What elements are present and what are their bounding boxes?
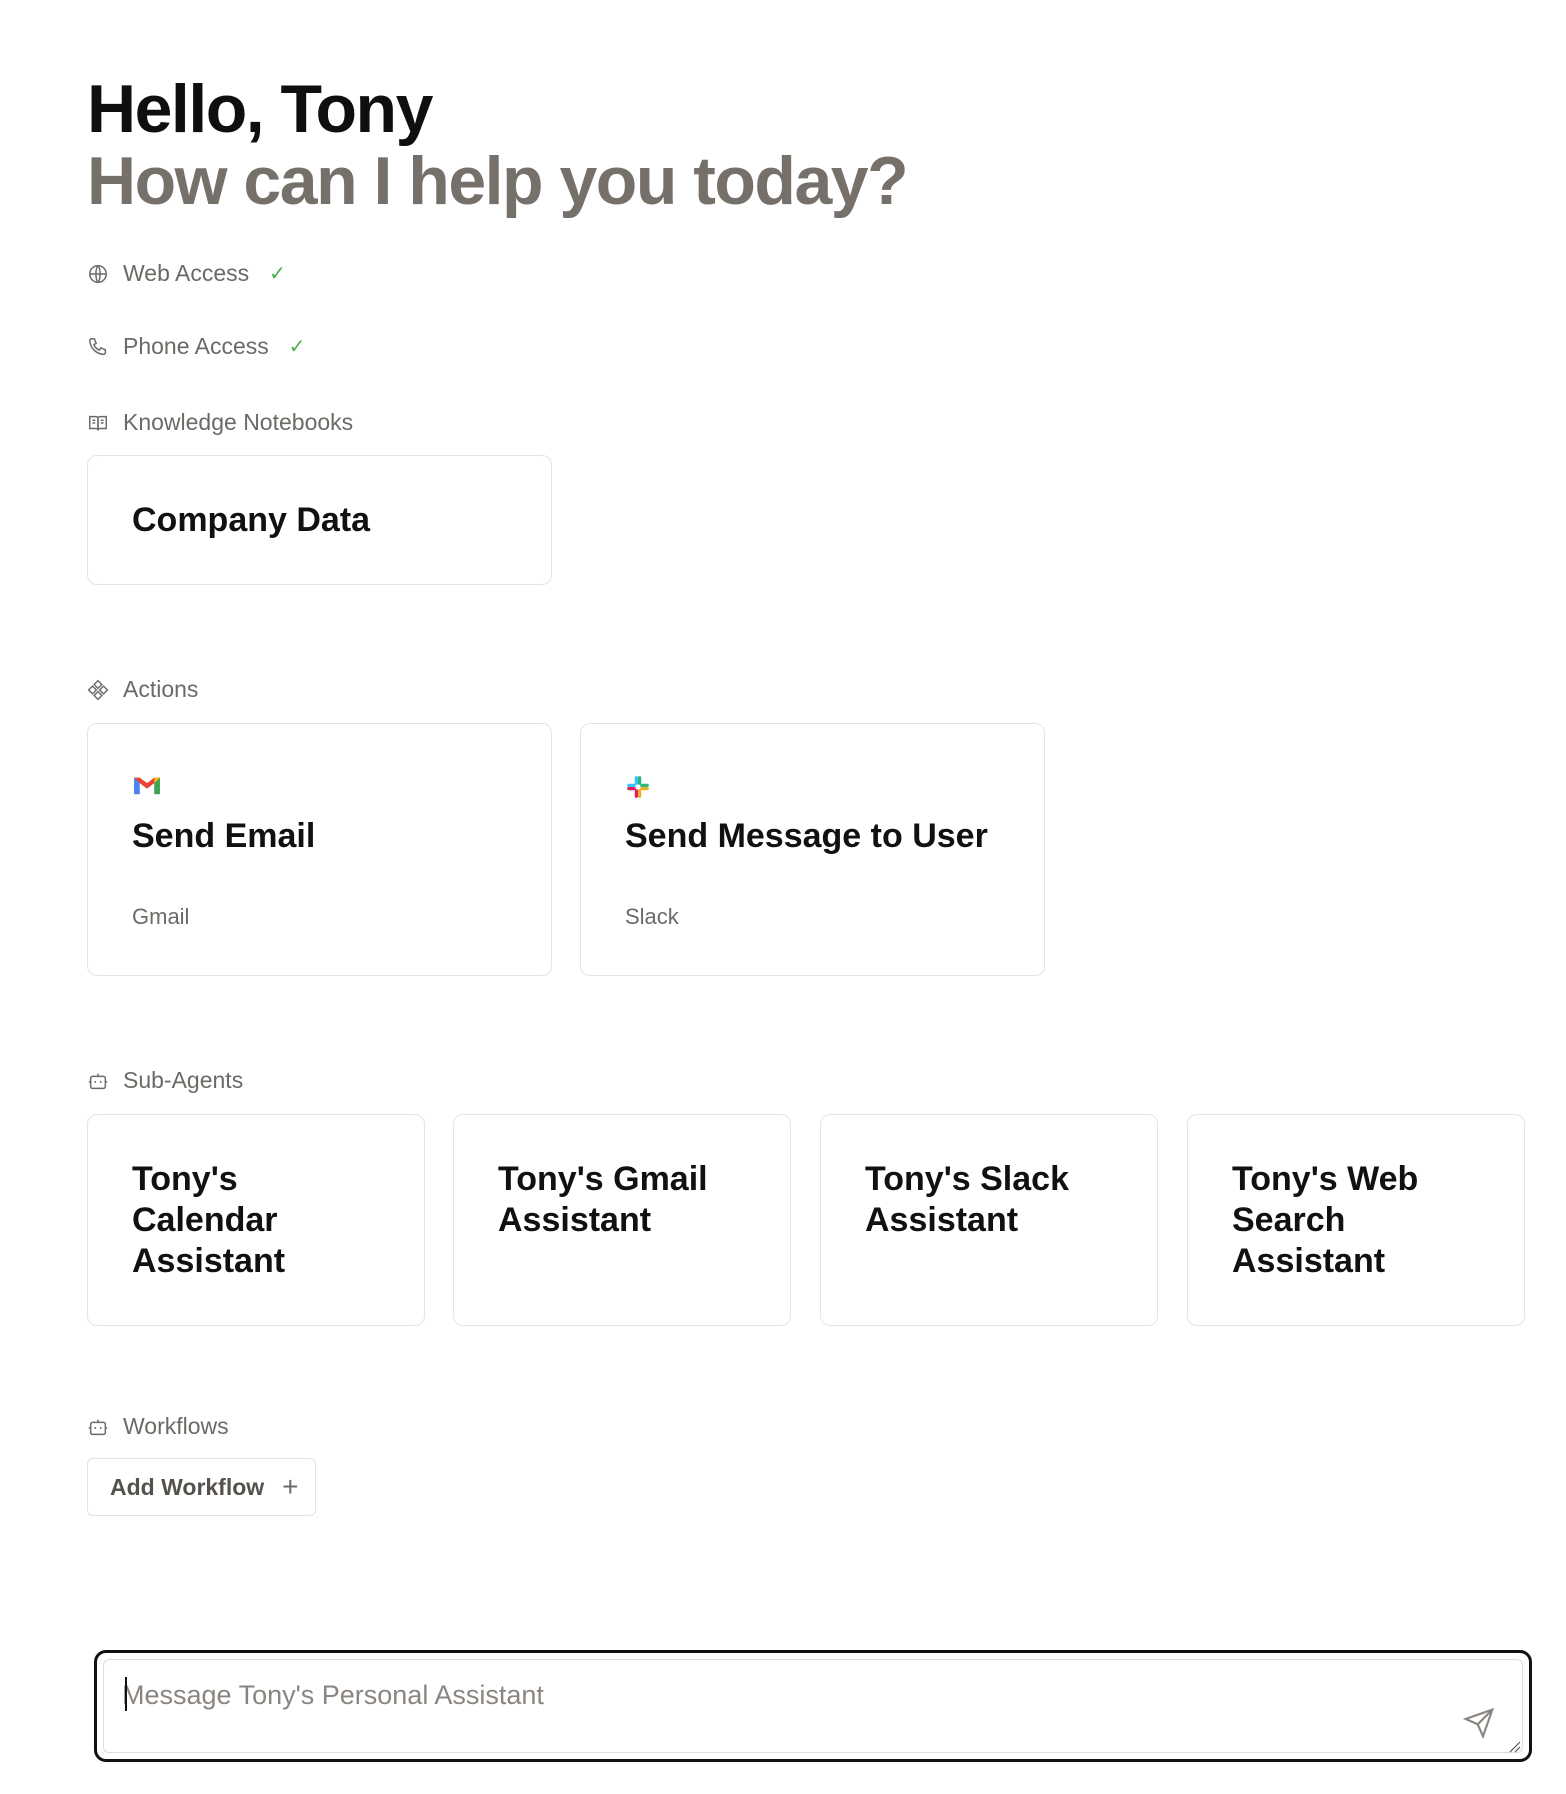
action-provider: Gmail (132, 904, 190, 929)
capability-label: Web Access (123, 260, 250, 286)
section-workflows: Workflows (87, 1413, 229, 1440)
section-knowledge-notebooks: Knowledge Notebooks (87, 409, 353, 436)
subagent-title: Tony's Slack Assistant (865, 1160, 1069, 1239)
notebook-card[interactable]: Company Data (87, 455, 552, 585)
book-icon (89, 415, 107, 430)
subagent-card-slack[interactable]: Tony's Slack Assistant (820, 1114, 1158, 1326)
actions-icon (87, 679, 109, 700)
subagent-title: Tony's Web Search Assistant (1232, 1160, 1419, 1280)
capability-web-access: Web Access ✓ (87, 260, 286, 287)
assistant-home: Hello, Tony How can I help you today? We… (0, 0, 1566, 1794)
action-card-send-message[interactable]: Send Message to User Slack (580, 723, 1045, 976)
action-title: Send Message to User (625, 817, 988, 855)
subagent-card-gmail[interactable]: Tony's Gmail Assistant (453, 1114, 791, 1326)
greeting-title: Hello, Tony (87, 71, 433, 147)
check-icon: ✓ (288, 336, 306, 358)
gmail-icon (134, 777, 160, 795)
plus-icon: + (282, 1471, 299, 1502)
text-caret (125, 1677, 127, 1711)
notebook-title: Company Data (132, 500, 371, 539)
check-icon: ✓ (269, 263, 286, 285)
action-card-send-email[interactable]: Send Email Gmail (87, 723, 552, 976)
send-icon[interactable] (1463, 1707, 1495, 1739)
subagent-card-calendar[interactable]: Tony's Calendar Assistant (87, 1114, 425, 1326)
section-actions: Actions (87, 676, 198, 703)
action-provider: Slack (625, 904, 679, 929)
add-workflow-label: Add Workflow (110, 1473, 265, 1500)
capability-phone-access: Phone Access ✓ (87, 333, 306, 360)
section-label: Knowledge Notebooks (123, 409, 354, 435)
phone-icon (89, 337, 107, 355)
section-sub-agents: Sub-Agents (87, 1067, 243, 1094)
globe-icon (89, 264, 107, 283)
subagent-title: Tony's Gmail Assistant (498, 1160, 708, 1239)
subagent-card-web-search[interactable]: Tony's Web Search Assistant (1187, 1114, 1525, 1326)
section-label: Actions (123, 676, 199, 702)
message-composer[interactable] (94, 1650, 1532, 1762)
section-label: Sub-Agents (123, 1067, 244, 1093)
capability-label: Phone Access (123, 333, 269, 359)
bot-icon (88, 1419, 108, 1435)
subagent-title: Tony's Calendar Assistant (132, 1160, 286, 1280)
action-title: Send Email (132, 817, 316, 855)
resize-handle-icon[interactable] (1507, 1739, 1521, 1753)
section-label: Workflows (123, 1413, 229, 1439)
add-workflow-button[interactable]: Add Workflow + (87, 1458, 316, 1516)
slack-icon (627, 776, 649, 798)
greeting-subtitle: How can I help you today? (87, 143, 909, 219)
message-input[interactable] (122, 1675, 1422, 1715)
bot-icon (88, 1073, 108, 1089)
